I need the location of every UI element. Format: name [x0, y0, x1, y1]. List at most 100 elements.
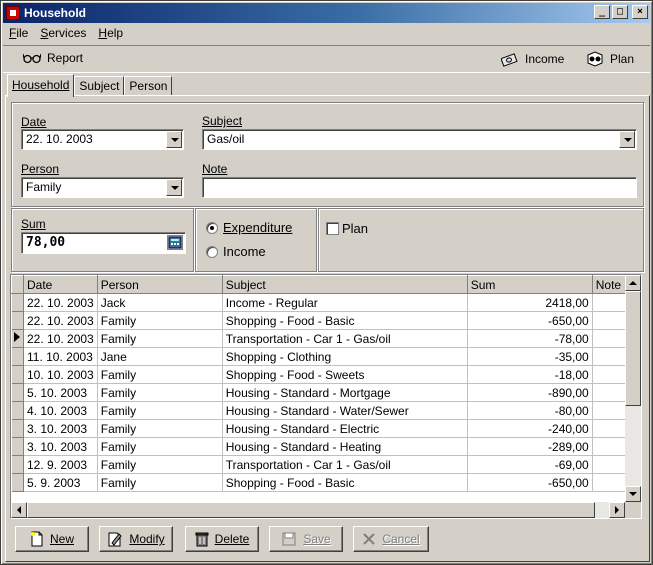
table-row[interactable]: 5. 9. 2003 Family Shopping - Food - Basic -…: [11, 473, 638, 492]
table-row[interactable]: 22. 10. 2003 Family Transportation - Car 1…: [11, 329, 638, 348]
table-row[interactable]: 5. 10. 2003 Family Housing - Standard - Mo…: [11, 383, 638, 402]
cell-subject[interactable]: Housing - Standard - Mortgage: [222, 383, 468, 402]
table-row[interactable]: 12. 9. 2003 Family Transportation - Car 1 …: [11, 455, 638, 474]
vertical-scrollbar[interactable]: [625, 275, 641, 502]
title-bar[interactable]: Household _ □ ×: [3, 3, 650, 23]
row-indicator[interactable]: [11, 311, 24, 330]
row-indicator[interactable]: [11, 293, 24, 312]
close-button[interactable]: ×: [632, 5, 648, 19]
cell-person[interactable]: Family: [97, 437, 223, 456]
cell-date[interactable]: 5. 9. 2003: [23, 473, 98, 492]
cell-person[interactable]: Family: [97, 329, 223, 348]
new-button[interactable]: New: [15, 526, 89, 552]
column-header-date[interactable]: Date: [23, 275, 98, 294]
row-indicator[interactable]: [11, 473, 24, 492]
calculator-button[interactable]: [167, 235, 183, 250]
cell-subject[interactable]: Housing - Standard - Electric: [222, 419, 468, 438]
cell-sum[interactable]: -78,00: [467, 329, 593, 348]
expenditure-radio[interactable]: [206, 222, 218, 234]
table-row[interactable]: 10. 10. 2003 Family Shopping - Food - Swee…: [11, 365, 638, 384]
cell-sum[interactable]: -35,00: [467, 347, 593, 366]
cell-date[interactable]: 22. 10. 2003: [23, 293, 98, 312]
row-indicator[interactable]: [11, 347, 24, 366]
cell-date[interactable]: 3. 10. 2003: [23, 437, 98, 456]
cell-person[interactable]: Family: [97, 365, 223, 384]
plan-button[interactable]: Plan: [586, 51, 634, 67]
cell-sum[interactable]: 2418,00: [467, 293, 593, 312]
menu-help[interactable]: Help: [92, 24, 129, 42]
maximize-button[interactable]: □: [612, 5, 628, 19]
cell-date[interactable]: 4. 10. 2003: [23, 401, 98, 420]
cell-date[interactable]: 5. 10. 2003: [23, 383, 98, 402]
cell-date[interactable]: 3. 10. 2003: [23, 419, 98, 438]
scroll-down-button[interactable]: [625, 486, 641, 502]
horizontal-scrollbar[interactable]: [11, 502, 625, 518]
column-header-sum[interactable]: Sum: [466, 275, 593, 294]
note-field[interactable]: [202, 177, 637, 198]
cell-sum[interactable]: -650,00: [467, 311, 593, 330]
horizontal-scroll-thumb[interactable]: [27, 502, 595, 518]
sum-field[interactable]: 78,00: [21, 232, 186, 254]
cell-date[interactable]: 11. 10. 2003: [23, 347, 98, 366]
cell-subject[interactable]: Housing - Standard - Heating: [222, 437, 468, 456]
table-row[interactable]: 4. 10. 2003 Family Housing - Standard - Wa…: [11, 401, 638, 420]
column-header-person[interactable]: Person: [96, 275, 223, 294]
scroll-left-button[interactable]: [11, 502, 27, 518]
tab-subject[interactable]: Subject: [74, 76, 125, 96]
cell-sum[interactable]: -18,00: [467, 365, 593, 384]
cell-sum[interactable]: -650,00: [467, 473, 593, 492]
person-field[interactable]: Family: [21, 177, 184, 198]
cell-sum[interactable]: -890,00: [467, 383, 593, 402]
scroll-right-button[interactable]: [609, 502, 625, 518]
date-dropdown-button[interactable]: [166, 131, 182, 148]
cell-date[interactable]: 12. 9. 2003: [23, 455, 98, 474]
minimize-button[interactable]: _: [594, 5, 610, 19]
row-indicator[interactable]: [11, 365, 24, 384]
delete-button[interactable]: Delete: [185, 526, 259, 552]
modify-button[interactable]: Modify: [99, 526, 173, 552]
date-field[interactable]: 22. 10. 2003: [21, 129, 184, 150]
vertical-scroll-thumb[interactable]: [625, 291, 641, 406]
transactions-grid[interactable]: Date Person Subject Sum Note 22. 10. 200…: [10, 274, 642, 519]
cell-sum[interactable]: -80,00: [467, 401, 593, 420]
cell-date[interactable]: 22. 10. 2003: [23, 311, 98, 330]
table-row[interactable]: 11. 10. 2003 Jane Shopping - Clothing -35,0…: [11, 347, 638, 366]
income-button[interactable]: Income: [501, 51, 564, 67]
table-row[interactable]: 22. 10. 2003 Family Shopping - Food - Basi…: [11, 311, 638, 330]
tab-person[interactable]: Person: [124, 76, 173, 96]
cell-subject[interactable]: Shopping - Food - Basic: [222, 311, 468, 330]
column-header-subject[interactable]: Subject: [221, 275, 468, 294]
row-indicator[interactable]: [11, 437, 24, 456]
cancel-button[interactable]: Cancel: [353, 526, 429, 552]
cell-subject[interactable]: Transportation - Car 1 - Gas/oil: [222, 329, 468, 348]
cell-subject[interactable]: Income - Regular: [222, 293, 468, 312]
table-row[interactable]: 3. 10. 2003 Family Housing - Standard - He…: [11, 437, 638, 456]
plan-checkbox[interactable]: [326, 222, 339, 235]
cell-person[interactable]: Jane: [97, 347, 223, 366]
table-row[interactable]: 3. 10. 2003 Family Housing - Standard - El…: [11, 419, 638, 438]
cell-sum[interactable]: -289,00: [467, 437, 593, 456]
subject-field[interactable]: Gas/oil: [202, 129, 637, 150]
menu-services[interactable]: Services: [34, 24, 92, 42]
income-radio[interactable]: [206, 246, 218, 258]
report-button[interactable]: Report: [23, 51, 83, 65]
table-row[interactable]: 22. 10. 2003 Jack Income - Regular 2418,00: [11, 293, 638, 312]
save-button[interactable]: Save: [269, 526, 343, 552]
cell-person[interactable]: Family: [97, 401, 223, 420]
row-indicator[interactable]: [11, 455, 24, 474]
row-indicator[interactable]: [11, 383, 24, 402]
cell-person[interactable]: Jack: [97, 293, 223, 312]
cell-person[interactable]: Family: [97, 473, 223, 492]
cell-sum[interactable]: -240,00: [467, 419, 593, 438]
row-indicator[interactable]: [11, 401, 24, 420]
cell-person[interactable]: Family: [97, 419, 223, 438]
cell-date[interactable]: 10. 10. 2003: [23, 365, 98, 384]
row-indicator[interactable]: [11, 419, 24, 438]
cell-subject[interactable]: Shopping - Food - Sweets: [222, 365, 468, 384]
person-dropdown-button[interactable]: [166, 179, 182, 196]
cell-date[interactable]: 22. 10. 2003: [23, 329, 98, 348]
menu-file[interactable]: File: [3, 24, 34, 42]
cell-subject[interactable]: Transportation - Car 1 - Gas/oil: [222, 455, 468, 474]
row-indicator[interactable]: [11, 329, 24, 348]
cell-sum[interactable]: -69,00: [467, 455, 593, 474]
